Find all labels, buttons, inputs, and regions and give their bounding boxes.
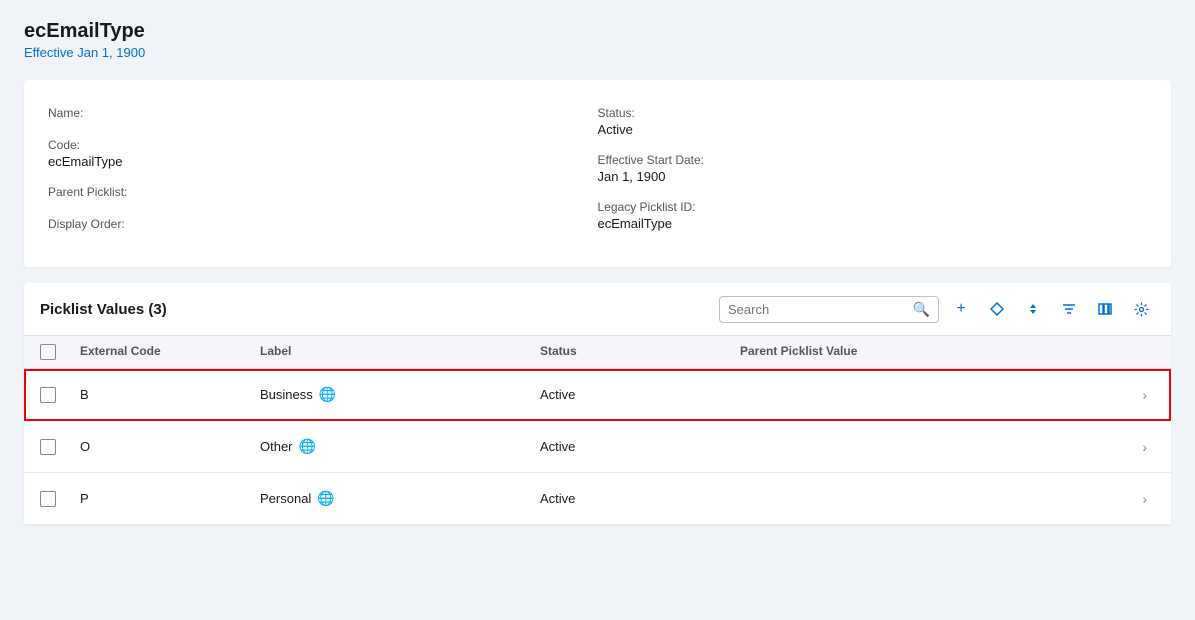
filter-button[interactable] — [1055, 295, 1083, 323]
table-row[interactable]: O Other 🌐 Active › — [24, 421, 1171, 473]
sort-icon — [1026, 302, 1040, 316]
display-order-label: Display Order: — [48, 217, 598, 231]
row-checkbox-cell — [32, 439, 72, 455]
left-fields: Name: Code: ecEmailType Parent Picklist:… — [48, 100, 598, 243]
add-button[interactable]: + — [947, 295, 975, 323]
row-status: Active — [532, 439, 732, 454]
row-status: Active — [532, 387, 732, 402]
effective-start-date-field: Effective Start Date: Jan 1, 1900 — [598, 147, 1148, 194]
effective-start-date-label: Effective Start Date: — [598, 153, 1148, 167]
code-field: Code: ecEmailType — [48, 132, 598, 179]
sort-button[interactable] — [1019, 295, 1047, 323]
settings-button[interactable] — [1127, 295, 1155, 323]
diamond-icon — [990, 302, 1004, 316]
status-label: Status: — [598, 106, 1148, 120]
header-label: Label — [252, 344, 532, 360]
label-text: Other — [260, 439, 293, 454]
legacy-picklist-id-label: Legacy Picklist ID: — [598, 200, 1148, 214]
label-text: Business — [260, 387, 313, 402]
effective-date: Effective Jan 1, 1900 — [24, 45, 1171, 60]
status-value: Active — [598, 122, 1148, 137]
table-body: B Business 🌐 Active › O Other 🌐 Active ›… — [24, 369, 1171, 525]
globe-icon: 🌐 — [317, 490, 334, 507]
table-header: External Code Label Status Parent Pickli… — [24, 336, 1171, 369]
row-checkbox[interactable] — [40, 387, 56, 403]
parent-picklist-field: Parent Picklist: — [48, 179, 598, 211]
globe-icon: 🌐 — [299, 438, 316, 455]
details-section: Name: Code: ecEmailType Parent Picklist:… — [24, 80, 1171, 267]
picklist-section: Picklist Values (3) 🔍 + — [24, 283, 1171, 525]
page-container: ecEmailType Effective Jan 1, 1900 Name: … — [0, 0, 1195, 620]
search-icon: 🔍 — [913, 301, 930, 318]
label-text: Personal — [260, 491, 311, 506]
row-label: Other 🌐 — [252, 438, 532, 455]
row-label: Business 🌐 — [252, 386, 532, 403]
picklist-title: Picklist Values (3) — [40, 301, 167, 318]
row-chevron[interactable]: › — [1125, 387, 1155, 403]
effective-start-date-value: Jan 1, 1900 — [598, 169, 1148, 184]
header-status: Status — [532, 344, 732, 360]
columns-button[interactable] — [1091, 295, 1119, 323]
search-input[interactable] — [728, 302, 913, 317]
legacy-picklist-id-field: Legacy Picklist ID: ecEmailType — [598, 194, 1148, 241]
header-external-code: External Code — [72, 344, 252, 360]
row-status: Active — [532, 491, 732, 506]
header-actions — [1125, 344, 1155, 360]
right-fields: Status: Active Effective Start Date: Jan… — [598, 100, 1148, 243]
name-label: Name: — [48, 106, 598, 120]
row-chevron[interactable]: › — [1125, 491, 1155, 507]
header-checkbox-col — [32, 344, 72, 360]
diamond-button[interactable] — [983, 295, 1011, 323]
name-field: Name: — [48, 100, 598, 132]
page-title: ecEmailType — [24, 20, 1171, 43]
settings-icon — [1134, 302, 1149, 317]
display-order-field: Display Order: — [48, 211, 598, 243]
picklist-header: Picklist Values (3) 🔍 + — [24, 283, 1171, 336]
row-external-code: P — [72, 491, 252, 506]
row-checkbox[interactable] — [40, 439, 56, 455]
row-chevron[interactable]: › — [1125, 439, 1155, 455]
row-checkbox-cell — [32, 387, 72, 403]
table-row[interactable]: B Business 🌐 Active › — [24, 369, 1171, 421]
table-row[interactable]: P Personal 🌐 Active › — [24, 473, 1171, 525]
details-grid: Name: Code: ecEmailType Parent Picklist:… — [48, 100, 1147, 243]
row-external-code: O — [72, 439, 252, 454]
row-label: Personal 🌐 — [252, 490, 532, 507]
legacy-picklist-id-value: ecEmailType — [598, 216, 1148, 231]
row-external-code: B — [72, 387, 252, 402]
search-box[interactable]: 🔍 — [719, 296, 939, 323]
parent-picklist-label: Parent Picklist: — [48, 185, 598, 199]
filter-icon — [1062, 302, 1076, 316]
code-value: ecEmailType — [48, 154, 598, 169]
code-label: Code: — [48, 138, 598, 152]
columns-icon — [1098, 302, 1112, 316]
globe-icon: 🌐 — [319, 386, 336, 403]
header-parent-picklist-value: Parent Picklist Value — [732, 344, 1125, 360]
row-checkbox-cell — [32, 491, 72, 507]
select-all-checkbox[interactable] — [40, 344, 56, 360]
row-checkbox[interactable] — [40, 491, 56, 507]
status-field: Status: Active — [598, 100, 1148, 147]
picklist-toolbar: 🔍 + — [719, 295, 1155, 323]
